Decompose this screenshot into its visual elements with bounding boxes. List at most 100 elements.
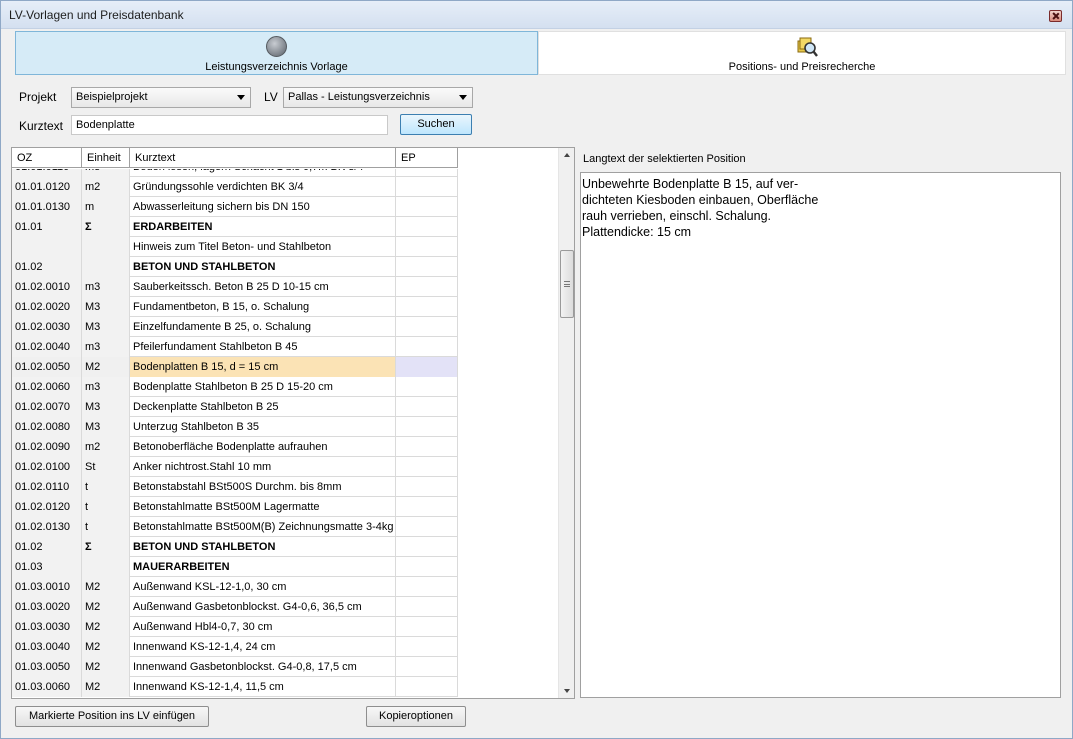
cell-einheit: M2	[82, 637, 130, 657]
vertical-scrollbar[interactable]	[558, 148, 574, 698]
projekt-select-value: Beispielprojekt	[76, 91, 148, 103]
table-row[interactable]: 01.02.0070 M3 Deckenplatte Stahlbeton B 25	[12, 397, 458, 417]
tab-preisrecherche-label: Positions- und Preisrecherche	[728, 61, 876, 73]
table-header: OZ Einheit Kurztext EP	[12, 148, 458, 168]
table-row[interactable]: 01.02.0060 m3 Bodenplatte Stahlbeton B 25 …	[12, 377, 458, 397]
cell-kurztext: Betonoberfläche Bodenplatte aufrauhen	[130, 437, 396, 457]
cell-einheit: m	[82, 197, 130, 217]
lv-select[interactable]: Pallas - Leistungsverzeichnis	[283, 87, 473, 108]
table-row[interactable]: 01.03.0020 M2 Außenwand Gasbetonblockst. G…	[12, 597, 458, 617]
cell-oz: 01.02.0050	[12, 357, 82, 377]
cell-ep	[396, 597, 458, 617]
projekt-select[interactable]: Beispielprojekt	[71, 87, 251, 108]
scroll-up-icon[interactable]	[564, 153, 570, 157]
kurztext-input[interactable]: Bodenplatte	[71, 115, 388, 135]
cell-oz: 01.03.0010	[12, 577, 82, 597]
table-row[interactable]: 01.02.0020 M3 Fundamentbeton, B 15, o. Sch…	[12, 297, 458, 317]
cell-oz: 01.02.0100	[12, 457, 82, 477]
cell-ep	[396, 437, 458, 457]
table-row[interactable]: 01.02.0010 m3 Sauberkeitssch. Beton B 25 D…	[12, 277, 458, 297]
cell-kurztext: BETON UND STAHLBETON	[130, 537, 396, 557]
column-header-ep[interactable]: EP	[396, 148, 458, 168]
table-row[interactable]: 01.03.0030 M2 Außenwand Hbl4-0,7, 30 cm	[12, 617, 458, 637]
cell-ep	[396, 457, 458, 477]
cell-ep	[396, 657, 458, 677]
table-row[interactable]: 01.03.0040 M2 Innenwand KS-12-1,4, 24 cm	[12, 637, 458, 657]
table-row[interactable]: 01.03 MAUERARBEITEN	[12, 557, 458, 577]
cell-einheit: t	[82, 477, 130, 497]
tab-preisrecherche[interactable]: Positions- und Preisrecherche	[538, 31, 1066, 75]
table-row[interactable]: 01.03.0010 M2 Außenwand KSL-12-1,0, 30 cm	[12, 577, 458, 597]
table-row[interactable]: 01.02.0080 M3 Unterzug Stahlbeton B 35	[12, 417, 458, 437]
cell-einheit: M2	[82, 657, 130, 677]
cell-ep	[396, 197, 458, 217]
table-row[interactable]: 01.02 BETON UND STAHLBETON	[12, 257, 458, 277]
langtext-textarea[interactable]: Unbewehrte Bodenplatte B 15, auf ver- di…	[580, 172, 1061, 698]
cell-oz	[12, 237, 82, 257]
tab-lv-vorlage[interactable]: Leistungsverzeichnis Vorlage	[15, 31, 538, 75]
column-header-kurztext[interactable]: Kurztext	[130, 148, 396, 168]
table-row[interactable]: 01.02.0110 t Betonstabstahl BSt500S Durchm…	[12, 477, 458, 497]
scroll-down-icon[interactable]	[564, 689, 570, 693]
table-row[interactable]: 01.01.0120 m2 Gründungssohle verdichten BK…	[12, 177, 458, 197]
cell-oz: 01.02.0070	[12, 397, 82, 417]
cell-kurztext: Pfeilerfundament Stahlbeton B 45	[130, 337, 396, 357]
cell-kurztext: Deckenplatte Stahlbeton B 25	[130, 397, 396, 417]
cell-einheit	[82, 557, 130, 577]
cell-einheit: m2	[82, 177, 130, 197]
cell-einheit	[82, 237, 130, 257]
table-row[interactable]: 01.02.0050 M2 Bodenplatten B 15, d = 15 cm	[12, 357, 458, 377]
table-row[interactable]: 01.02.0090 m2 Betonoberfläche Bodenplatte …	[12, 437, 458, 457]
cell-oz: 01.02.0040	[12, 337, 82, 357]
cell-ep	[396, 677, 458, 697]
cell-einheit: M3	[82, 397, 130, 417]
cell-kurztext: Unterzug Stahlbeton B 35	[130, 417, 396, 437]
table-row[interactable]: 01.03.0060 M2 Innenwand KS-12-1,4, 11,5 cm	[12, 677, 458, 697]
column-header-oz[interactable]: OZ	[12, 148, 82, 168]
cell-ep	[396, 377, 458, 397]
column-header-einheit[interactable]: Einheit	[82, 148, 130, 168]
scroll-thumb[interactable]	[560, 250, 574, 318]
insert-position-button[interactable]: Markierte Position ins LV einfügen	[15, 706, 209, 727]
cell-einheit: St	[82, 457, 130, 477]
cell-kurztext: ERDARBEITEN	[130, 217, 396, 237]
cell-kurztext: Gründungssohle verdichten BK 3/4	[130, 177, 396, 197]
cell-ep	[396, 317, 458, 337]
cell-einheit: M3	[82, 297, 130, 317]
cell-ep	[396, 357, 458, 377]
cell-einheit: t	[82, 517, 130, 537]
cell-einheit: Σ	[82, 217, 130, 237]
cell-kurztext: Sauberkeitssch. Beton B 25 D 10-15 cm	[130, 277, 396, 297]
close-icon[interactable]	[1049, 10, 1062, 22]
cell-einheit: t	[82, 497, 130, 517]
table-row[interactable]: 01.02.0120 t Betonstahlmatte BSt500M Lager…	[12, 497, 458, 517]
cell-einheit: M2	[82, 597, 130, 617]
table-row[interactable]: 01.01.0130 m Abwasserleitung sichern bis D…	[12, 197, 458, 217]
cell-kurztext: Außenwand Gasbetonblockst. G4-0,6, 36,5 …	[130, 597, 396, 617]
cell-kurztext: Innenwand KS-12-1,4, 24 cm	[130, 637, 396, 657]
disc-icon	[266, 36, 287, 57]
table-row[interactable]: 01.02.0040 m3 Pfeilerfundament Stahlbeton …	[12, 337, 458, 357]
cell-einheit: M2	[82, 617, 130, 637]
table-row[interactable]: 01.03.0050 M2 Innenwand Gasbetonblockst. G…	[12, 657, 458, 677]
cell-ep	[396, 637, 458, 657]
cell-kurztext: Betonstabstahl BSt500S Durchm. bis 8mm	[130, 477, 396, 497]
table-row[interactable]: 01.02 Σ BETON UND STAHLBETON	[12, 537, 458, 557]
cell-einheit	[82, 257, 130, 277]
copy-options-button[interactable]: Kopieroptionen	[366, 706, 466, 727]
projekt-label: Projekt	[19, 90, 57, 104]
table-row[interactable]: 01.02.0100 St Anker nichtrost.Stahl 10 mm	[12, 457, 458, 477]
table-row[interactable]: 01.01 Σ ERDARBEITEN	[12, 217, 458, 237]
table-row[interactable]: Hinweis zum Titel Beton- und Stahlbeton	[12, 237, 458, 257]
search-button[interactable]: Suchen	[400, 114, 472, 135]
window-title: LV-Vorlagen und Preisdatenbank	[9, 8, 184, 22]
content-area: Leistungsverzeichnis Vorlage Positions- …	[9, 29, 1066, 732]
cell-kurztext: MAUERARBEITEN	[130, 557, 396, 577]
lv-select-value: Pallas - Leistungsverzeichnis	[288, 91, 430, 103]
cell-kurztext: Bodenplatten B 15, d = 15 cm	[130, 357, 396, 377]
table-row[interactable]: 01.02.0130 t Betonstahlmatte BSt500M(B) Ze…	[12, 517, 458, 537]
cell-kurztext: Betonstahlmatte BSt500M(B) Zeichnungsmat…	[130, 517, 396, 537]
table-row[interactable]: 01.02.0030 M3 Einzelfundamente B 25, o. Sc…	[12, 317, 458, 337]
cell-oz: 01.01.0120	[12, 177, 82, 197]
table-row[interactable]: 01.01.0110m3Boden lösen, lagern Schacht …	[12, 169, 458, 177]
